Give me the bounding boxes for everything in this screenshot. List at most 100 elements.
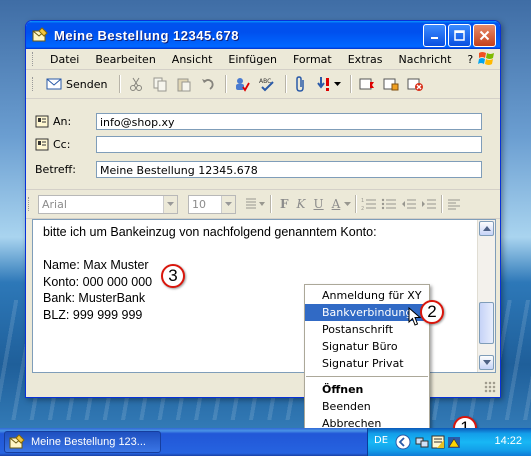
close-button[interactable]	[473, 23, 496, 47]
menu-ansicht[interactable]: Ansicht	[164, 53, 221, 66]
toolbar-grip[interactable]	[32, 77, 36, 91]
body-line	[43, 241, 377, 258]
ctx-item-signatur-buero[interactable]: Signatur Büro	[305, 338, 429, 355]
language-indicator[interactable]: DE	[374, 435, 388, 446]
close-icon	[479, 30, 490, 40]
numbered-list-icon[interactable]: 12	[361, 197, 377, 211]
callout-3: 3	[161, 264, 185, 288]
undo-icon	[202, 79, 215, 90]
callout-2: 2	[420, 300, 444, 324]
font-value: Arial	[42, 197, 67, 211]
subject-field[interactable]: Meine Bestellung 12345.678	[96, 160, 482, 178]
align-left-icon[interactable]	[447, 197, 461, 211]
address-check-icon	[236, 78, 251, 92]
body-line: Name: Max Muster	[43, 258, 149, 272]
toolbar-separator	[285, 75, 288, 93]
italic-icon[interactable]: K	[297, 197, 306, 211]
to-field[interactable]: info@shop.xy	[96, 112, 482, 130]
mail-cancel-icon	[407, 78, 424, 91]
spelling-button[interactable]: ABC	[255, 73, 279, 95]
chevron-down-icon	[344, 201, 352, 206]
font-select[interactable]: Arial	[38, 194, 178, 214]
ctx-item-beenden[interactable]: Beenden	[305, 398, 429, 415]
underline-icon[interactable]: U	[314, 197, 324, 211]
vertical-scrollbar[interactable]	[477, 220, 495, 372]
format-separator	[441, 195, 444, 213]
menubar-grip[interactable]	[32, 52, 36, 66]
maximize-button[interactable]	[448, 23, 471, 47]
cancel-mail-button[interactable]	[404, 73, 426, 95]
send-label: Senden	[66, 77, 108, 91]
chevron-down-icon	[482, 360, 491, 365]
windows-logo-icon	[478, 52, 494, 65]
to-button[interactable]: An:	[34, 110, 96, 132]
menu-einfuegen[interactable]: Einfügen	[220, 53, 285, 66]
toolbar: Senden ABC	[26, 70, 500, 99]
scroll-thumb[interactable]	[479, 302, 494, 344]
resize-grip[interactable]	[484, 381, 496, 393]
system-tray: DE 14:22	[367, 428, 531, 456]
menu-bar: Datei Bearbeiten Ansicht Einfügen Format…	[26, 49, 500, 70]
bold-icon[interactable]: F	[280, 197, 289, 211]
size-select[interactable]: 10	[188, 194, 236, 214]
send-button[interactable]: Senden	[42, 73, 113, 95]
chevron-down-icon	[221, 195, 235, 213]
subject-label-box: Betreff:	[34, 158, 96, 180]
taskbar-window-button[interactable]: Meine Bestellung 123...	[4, 431, 161, 453]
undo-button[interactable]	[197, 73, 219, 95]
bullet-list-icon[interactable]	[381, 197, 397, 211]
scroll-down-button[interactable]	[479, 355, 494, 370]
spellcheck-icon: ABC	[259, 78, 275, 92]
chevron-down-icon	[163, 195, 177, 213]
address-book-icon	[35, 138, 49, 150]
scroll-up-button[interactable]	[479, 221, 494, 236]
envelope-pencil-icon	[32, 27, 48, 42]
increase-indent-icon[interactable]	[421, 197, 437, 211]
options-button[interactable]	[380, 73, 402, 95]
title-bar[interactable]: Meine Bestellung 12345.678	[26, 21, 500, 49]
ctx-item-oeffnen[interactable]: Öffnen	[305, 381, 429, 398]
to-label: An:	[53, 114, 72, 128]
paragraph-style-icon[interactable]	[244, 197, 266, 211]
subject-label: Betreff:	[35, 162, 76, 176]
copy-button[interactable]	[149, 73, 171, 95]
check-names-button[interactable]	[231, 73, 253, 95]
menu-extras[interactable]: Extras	[340, 53, 391, 66]
address-book-icon	[35, 115, 49, 127]
clock[interactable]: 14:22	[494, 435, 522, 447]
cc-field[interactable]	[96, 135, 482, 153]
textblock-tool-icon[interactable]	[431, 435, 445, 449]
envelope-pencil-icon	[9, 434, 25, 449]
ctx-separator	[306, 376, 428, 377]
ctx-item-anmeldung[interactable]: Anmeldung für XY	[305, 287, 429, 304]
copy-icon	[153, 77, 167, 92]
cut-button[interactable]	[125, 73, 147, 95]
minimize-button[interactable]	[423, 23, 446, 47]
priority-button[interactable]	[313, 73, 344, 95]
ctx-item-signatur-privat[interactable]: Signatur Privat	[305, 355, 429, 372]
menu-datei[interactable]: Datei	[42, 53, 87, 66]
menu-bearbeiten[interactable]: Bearbeiten	[87, 53, 163, 66]
cc-label: Cc:	[53, 137, 71, 151]
flag-button[interactable]	[356, 73, 378, 95]
paste-button[interactable]	[173, 73, 195, 95]
menu-format[interactable]: Format	[285, 53, 340, 66]
window-title: Meine Bestellung 12345.678	[54, 27, 239, 43]
tray-expand-icon[interactable]	[395, 434, 411, 450]
svg-text:2: 2	[361, 206, 364, 211]
security-warning-icon[interactable]	[447, 435, 461, 449]
format-bar: Arial 10 F K U A 12	[26, 189, 500, 219]
font-color-icon[interactable]: A	[332, 197, 341, 211]
cc-button[interactable]: Cc:	[34, 133, 96, 155]
decrease-indent-icon[interactable]	[401, 197, 417, 211]
size-value: 10	[192, 197, 206, 211]
paste-icon	[177, 78, 191, 92]
taskbar: Meine Bestellung 123... DE 14:22	[0, 428, 531, 456]
formatbar-grip[interactable]	[28, 197, 32, 211]
paperclip-icon	[296, 76, 305, 92]
network-icon[interactable]	[415, 435, 429, 449]
scissors-icon	[130, 77, 143, 91]
menu-nachricht[interactable]: Nachricht	[391, 53, 460, 66]
format-separator	[270, 195, 272, 213]
attach-button[interactable]	[291, 73, 311, 95]
